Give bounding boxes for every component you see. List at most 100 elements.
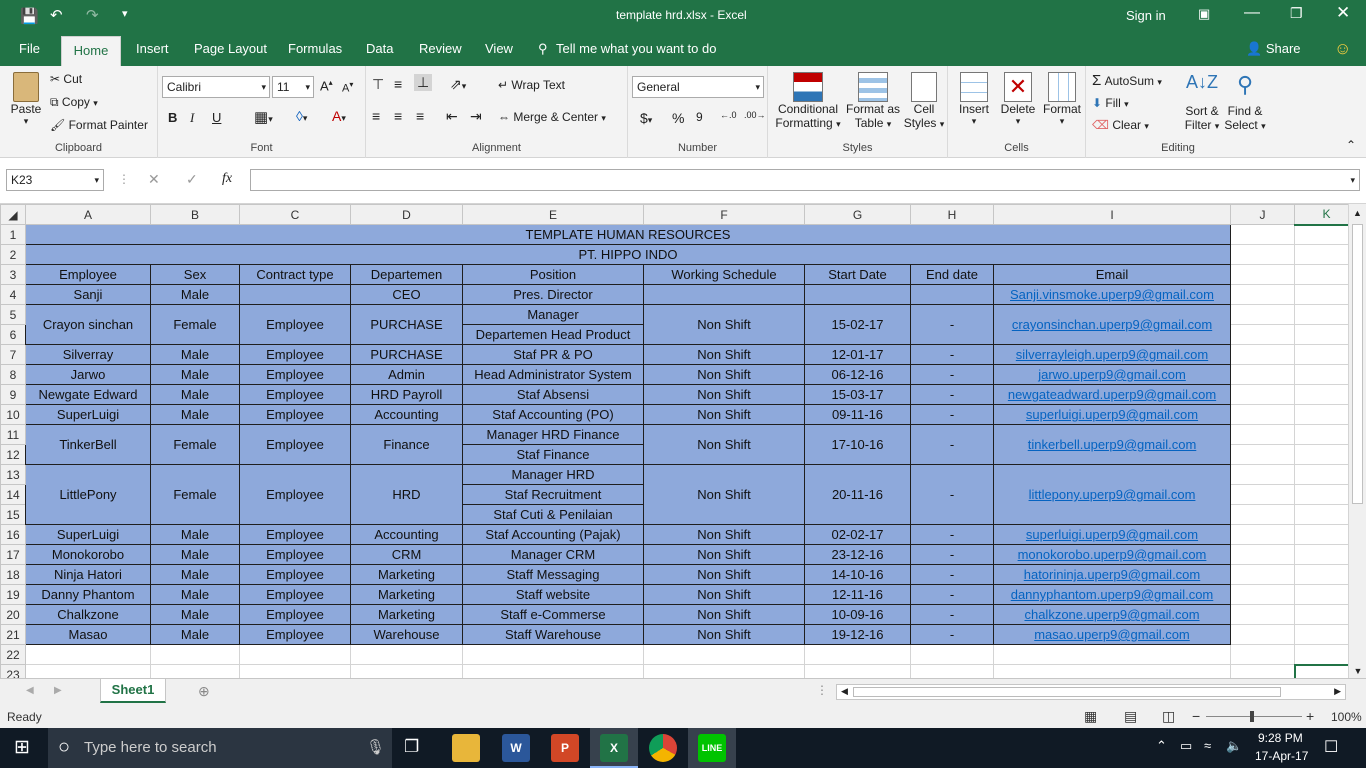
cell[interactable]	[1230, 284, 1295, 305]
cell[interactable]: Staff website	[462, 584, 644, 605]
header-cell[interactable]: End date	[910, 264, 994, 285]
zoom-slider[interactable]	[1206, 716, 1302, 717]
email-link[interactable]: superluigi.uperp9@gmail.com	[993, 524, 1231, 545]
sheet-title-cell[interactable]: TEMPLATE HUMAN RESOURCES	[25, 224, 1231, 245]
italic-button[interactable]: I	[190, 110, 194, 126]
cell[interactable]: -	[910, 344, 994, 365]
hscroll-thumb[interactable]	[853, 687, 1281, 697]
cell[interactable]	[239, 664, 351, 678]
cell[interactable]	[804, 644, 911, 665]
battery-icon[interactable]: ▭	[1180, 738, 1192, 754]
cell[interactable]: 12-11-16	[804, 584, 911, 605]
cell[interactable]: 19-12-16	[804, 624, 911, 645]
column-header[interactable]: C	[239, 204, 351, 225]
cell[interactable]: Employee	[239, 404, 351, 425]
number-format-dropdown[interactable]: General ▾	[632, 76, 764, 98]
column-header[interactable]: G	[804, 204, 911, 225]
tab-data[interactable]: Data	[366, 32, 393, 66]
cell[interactable]	[239, 284, 351, 305]
cell[interactable]: 17-10-16	[804, 424, 911, 465]
cell[interactable]: Non Shift	[643, 424, 805, 465]
customize-qat-icon[interactable]: ▾	[122, 7, 128, 20]
cell[interactable]: Non Shift	[643, 304, 805, 345]
cell[interactable]: -	[910, 564, 994, 585]
row-header[interactable]: 17	[0, 544, 26, 565]
row-header[interactable]: 21	[0, 624, 26, 645]
cell[interactable]: Male	[150, 544, 240, 565]
undo-icon[interactable]: ↶	[50, 6, 63, 24]
cell[interactable]: Staff Messaging	[462, 564, 644, 585]
column-header[interactable]: I	[993, 204, 1231, 225]
cell[interactable]: Employee	[239, 604, 351, 625]
email-link[interactable]: masao.uperp9@gmail.com	[993, 624, 1231, 645]
cell[interactable]: 02-02-17	[804, 524, 911, 545]
cell[interactable]: Non Shift	[643, 404, 805, 425]
tab-page-layout[interactable]: Page Layout	[194, 32, 267, 66]
row-header[interactable]: 18	[0, 564, 26, 585]
borders-icon[interactable]: ▦▾	[254, 108, 273, 126]
align-middle-icon[interactable]: ≡	[394, 76, 402, 92]
row-header[interactable]: 16	[0, 524, 26, 545]
cell[interactable]	[910, 664, 994, 678]
cell[interactable]	[1230, 524, 1295, 545]
align-top-icon[interactable]: ⊤	[372, 76, 384, 93]
cell[interactable]: Marketing	[350, 604, 463, 625]
cell[interactable]: -	[910, 464, 994, 525]
cell[interactable]	[1230, 504, 1295, 525]
prev-sheet-icon[interactable]: ◀	[26, 685, 34, 696]
cell[interactable]: Jarwo	[25, 364, 151, 385]
cell[interactable]: Masao	[25, 624, 151, 645]
cell[interactable]: Employee	[239, 544, 351, 565]
bold-button[interactable]: B	[168, 110, 177, 125]
cell[interactable]: -	[910, 384, 994, 405]
tab-home[interactable]: Home	[61, 36, 121, 66]
sign-in-link[interactable]: Sign in	[1126, 8, 1166, 23]
cell[interactable]: 15-02-17	[804, 304, 911, 345]
cell[interactable]	[1230, 464, 1295, 485]
cell[interactable]: -	[910, 624, 994, 645]
cell[interactable]: -	[910, 304, 994, 345]
ribbon-display-icon[interactable]: ▣	[1198, 6, 1210, 22]
email-link[interactable]: hatorininja.uperp9@gmail.com	[993, 564, 1231, 585]
header-cell[interactable]: Start Date	[804, 264, 911, 285]
cell[interactable]: HRD Payroll	[350, 384, 463, 405]
cell[interactable]	[1230, 604, 1295, 625]
row-header[interactable]: 13	[0, 464, 26, 485]
column-header[interactable]: D	[350, 204, 463, 225]
cell[interactable]: -	[910, 424, 994, 465]
fill-color-icon[interactable]: ◊▾	[296, 108, 307, 124]
cell[interactable]: Employee	[239, 564, 351, 585]
cell[interactable]	[1230, 244, 1295, 265]
orientation-icon[interactable]: ⇗▾	[450, 76, 466, 93]
cell[interactable]: Male	[150, 344, 240, 365]
email-link[interactable]: monokorobo.uperp9@gmail.com	[993, 544, 1231, 565]
cell[interactable]	[1230, 344, 1295, 365]
scroll-left-icon[interactable]: ◀	[841, 686, 848, 697]
cell[interactable]: 23-12-16	[804, 544, 911, 565]
cell[interactable]	[804, 664, 911, 678]
cell[interactable]: Male	[150, 404, 240, 425]
cell[interactable]: -	[910, 404, 994, 425]
scroll-thumb[interactable]	[1352, 224, 1363, 504]
cell[interactable]: Employee	[239, 364, 351, 385]
row-header[interactable]: 5	[0, 304, 26, 325]
cell[interactable]	[25, 664, 151, 678]
insert-cells-button[interactable]: Insert ▾	[954, 72, 994, 127]
chrome-icon[interactable]	[649, 734, 677, 762]
tab-insert[interactable]: Insert	[136, 32, 169, 66]
cell[interactable]: Admin	[350, 364, 463, 385]
tab-file[interactable]: File	[19, 32, 40, 66]
cell[interactable]: Male	[150, 584, 240, 605]
excel-taskbar-button[interactable]: X	[590, 728, 638, 768]
cell[interactable]: PURCHASE	[350, 344, 463, 365]
header-cell[interactable]: Employee	[25, 264, 151, 285]
cell[interactable]: 09-11-16	[804, 404, 911, 425]
cell[interactable]: Non Shift	[643, 384, 805, 405]
cell[interactable]: Female	[150, 424, 240, 465]
cell[interactable]	[1230, 564, 1295, 585]
name-box[interactable]: K23 ▾	[6, 169, 104, 191]
horizontal-scrollbar[interactable]: ◀ ▶	[836, 684, 1346, 700]
cell[interactable]	[462, 664, 644, 678]
cell[interactable]: PURCHASE	[350, 304, 463, 345]
row-header[interactable]: 6	[0, 324, 26, 345]
